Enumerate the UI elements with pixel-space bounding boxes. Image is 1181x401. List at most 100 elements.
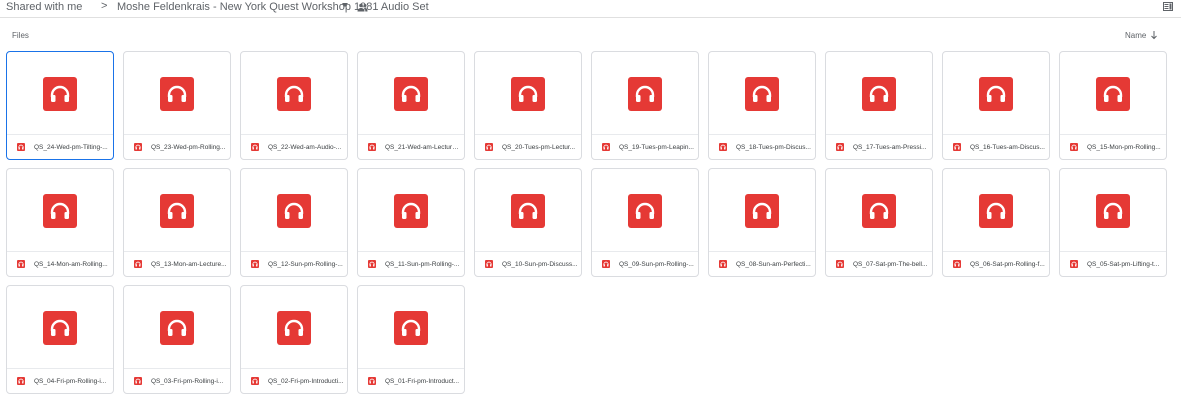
file-thumbnail[interactable]	[7, 169, 113, 253]
file-tile[interactable]: QS_21-Wed-am-Lecture...	[357, 51, 465, 160]
headphones-icon	[277, 194, 311, 228]
file-caption[interactable]: QS_01-Fri-pm-Introduct...	[358, 368, 464, 393]
file-tile[interactable]: QS_17-Tues-am-Pressi...	[825, 51, 933, 160]
arrow-down-icon[interactable]	[1150, 30, 1158, 40]
file-tile[interactable]: QS_04-Fri-pm-Rolling-i...	[6, 285, 114, 394]
file-thumbnail[interactable]	[358, 52, 464, 136]
file-tile[interactable]: QS_18-Tues-pm-Discus...	[708, 51, 816, 160]
file-caption[interactable]: QS_15-Mon-pm-Rolling...	[1060, 134, 1166, 159]
file-name: QS_01-Fri-pm-Introduct...	[385, 377, 460, 385]
file-thumbnail[interactable]	[826, 169, 932, 253]
file-caption[interactable]: QS_24-Wed-pm-Tilting-...	[7, 134, 113, 159]
headphones-icon	[160, 77, 194, 111]
file-caption[interactable]: QS_17-Tues-am-Pressi...	[826, 134, 932, 159]
headphones-icon	[134, 260, 142, 268]
file-tile[interactable]: QS_19-Tues-pm-Leapin...	[591, 51, 699, 160]
file-thumbnail[interactable]	[124, 286, 230, 370]
file-thumbnail[interactable]	[592, 169, 698, 253]
headphones-icon	[277, 77, 311, 111]
headphones-icon	[511, 194, 545, 228]
file-tile[interactable]: QS_20-Tues-pm-Lectur...	[474, 51, 582, 160]
file-tile[interactable]: QS_13-Mon-am-Lecture...	[123, 168, 231, 277]
file-tile[interactable]: QS_10-Sun-pm-Discuss...	[474, 168, 582, 277]
file-name: QS_13-Mon-am-Lecture...	[151, 260, 227, 268]
file-caption[interactable]: QS_20-Tues-pm-Lectur...	[475, 134, 581, 159]
file-caption[interactable]: QS_18-Tues-pm-Discus...	[709, 134, 815, 159]
file-caption[interactable]: QS_13-Mon-am-Lecture...	[124, 251, 230, 276]
file-tile[interactable]: QS_05-Sat-pm-Lifting-t...	[1059, 168, 1167, 277]
file-thumbnail[interactable]	[1060, 169, 1166, 253]
file-thumbnail[interactable]	[709, 169, 815, 253]
file-thumbnail[interactable]	[475, 52, 581, 136]
headphones-icon	[979, 194, 1013, 228]
file-caption[interactable]: QS_04-Fri-pm-Rolling-i...	[7, 368, 113, 393]
file-caption[interactable]: QS_21-Wed-am-Lecture...	[358, 134, 464, 159]
file-tile[interactable]: QS_15-Mon-pm-Rolling...	[1059, 51, 1167, 160]
file-thumbnail[interactable]	[475, 169, 581, 253]
details-panel-icon[interactable]	[1163, 2, 1173, 11]
file-caption[interactable]: QS_19-Tues-pm-Leapin...	[592, 134, 698, 159]
file-tile[interactable]: QS_03-Fri-pm-Rolling-i...	[123, 285, 231, 394]
headphones-icon	[160, 311, 194, 345]
file-name: QS_05-Sat-pm-Lifting-t...	[1087, 260, 1160, 268]
file-caption[interactable]: QS_12-Sun-pm-Rolling-...	[241, 251, 347, 276]
file-tile[interactable]: QS_11-Sun-pm-Rolling-...	[357, 168, 465, 277]
headphones-icon	[602, 260, 610, 268]
file-thumbnail[interactable]	[241, 286, 347, 370]
file-thumbnail[interactable]	[124, 52, 230, 136]
file-thumbnail[interactable]	[943, 52, 1049, 136]
chevron-down-icon[interactable]	[342, 3, 348, 7]
file-caption[interactable]: QS_05-Sat-pm-Lifting-t...	[1060, 251, 1166, 276]
file-thumbnail[interactable]	[709, 52, 815, 136]
file-thumbnail[interactable]	[358, 286, 464, 370]
file-name: QS_08-Sun-am-Perfecti...	[736, 260, 811, 268]
file-tile[interactable]: QS_01-Fri-pm-Introduct...	[357, 285, 465, 394]
file-caption[interactable]: QS_03-Fri-pm-Rolling-i...	[124, 368, 230, 393]
file-tile[interactable]: QS_23-Wed-pm-Rolling...	[123, 51, 231, 160]
file-thumbnail[interactable]	[592, 52, 698, 136]
file-thumbnail[interactable]	[1060, 52, 1166, 136]
headphones-icon	[602, 143, 610, 151]
file-thumbnail[interactable]	[7, 52, 113, 136]
file-caption[interactable]: QS_08-Sun-am-Perfecti...	[709, 251, 815, 276]
headphones-icon	[628, 194, 662, 228]
file-thumbnail[interactable]	[7, 286, 113, 370]
file-caption[interactable]: QS_16-Tues-am-Discus...	[943, 134, 1049, 159]
file-tile[interactable]: QS_09-Sun-pm-Rolling-...	[591, 168, 699, 277]
file-tile[interactable]: QS_16-Tues-am-Discus...	[942, 51, 1050, 160]
file-caption[interactable]: QS_10-Sun-pm-Discuss...	[475, 251, 581, 276]
file-tile[interactable]: QS_24-Wed-pm-Tilting-...	[6, 51, 114, 160]
file-caption[interactable]: QS_09-Sun-pm-Rolling-...	[592, 251, 698, 276]
file-tile[interactable]: QS_12-Sun-pm-Rolling-...	[240, 168, 348, 277]
file-tile[interactable]: QS_14-Mon-am-Rolling...	[6, 168, 114, 277]
file-thumbnail[interactable]	[241, 169, 347, 253]
file-tile[interactable]: QS_07-Sat-pm-The-bell...	[825, 168, 933, 277]
file-thumbnail[interactable]	[943, 169, 1049, 253]
breadcrumb-current-folder[interactable]: Moshe Feldenkrais - New York Quest Works…	[117, 1, 429, 13]
file-tile[interactable]: QS_02-Fri-pm-Introducti...	[240, 285, 348, 394]
file-name: QS_22-Wed-am-Audio-...	[268, 143, 342, 151]
file-caption[interactable]: QS_06-Sat-pm-Rolling-f...	[943, 251, 1049, 276]
headphones-icon	[979, 77, 1013, 111]
file-name: QS_16-Tues-am-Discus...	[970, 143, 1045, 151]
sort-by-name-button[interactable]: Name	[1125, 31, 1146, 40]
headphones-icon	[628, 77, 662, 111]
file-caption[interactable]: QS_23-Wed-pm-Rolling...	[124, 134, 230, 159]
file-tile[interactable]: QS_06-Sat-pm-Rolling-f...	[942, 168, 1050, 277]
file-thumbnail[interactable]	[358, 169, 464, 253]
breadcrumb-shared-with-me[interactable]: Shared with me	[6, 1, 82, 13]
file-caption[interactable]: QS_02-Fri-pm-Introducti...	[241, 368, 347, 393]
file-thumbnail[interactable]	[124, 169, 230, 253]
file-tile[interactable]: QS_22-Wed-am-Audio-...	[240, 51, 348, 160]
file-caption[interactable]: QS_11-Sun-pm-Rolling-...	[358, 251, 464, 276]
headphones-icon	[277, 311, 311, 345]
headphones-icon	[1070, 143, 1078, 151]
headphones-icon	[719, 260, 727, 268]
file-caption[interactable]: QS_22-Wed-am-Audio-...	[241, 134, 347, 159]
file-thumbnail[interactable]	[241, 52, 347, 136]
file-tile[interactable]: QS_08-Sun-am-Perfecti...	[708, 168, 816, 277]
file-caption[interactable]: QS_07-Sat-pm-The-bell...	[826, 251, 932, 276]
file-thumbnail[interactable]	[826, 52, 932, 136]
headphones-icon	[43, 77, 77, 111]
file-caption[interactable]: QS_14-Mon-am-Rolling...	[7, 251, 113, 276]
